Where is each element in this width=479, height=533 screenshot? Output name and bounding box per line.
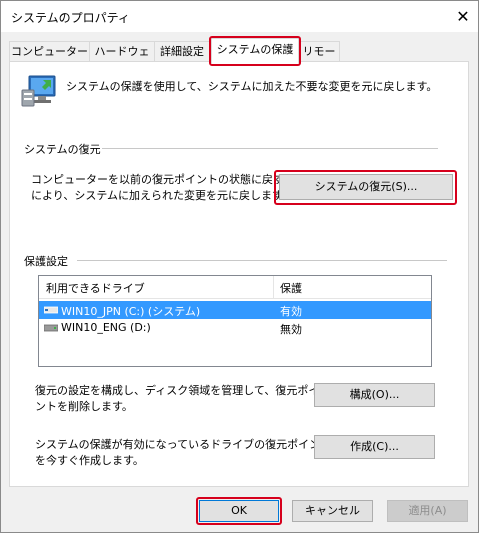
configure-description-line1: 復元の設定を構成し、ディスク領域を管理して、復元ポイ (35, 384, 320, 397)
divider (102, 148, 438, 149)
restore-description-line1: コンピューターを以前の復元ポイントの状態に戻すこと (31, 173, 306, 186)
drive-name: WIN10_ENG (D:) (61, 321, 151, 334)
create-description-line1: システムの保護が有効になっているドライブの復元ポイント (35, 438, 332, 451)
drive-protection-status: 無効 (280, 323, 302, 336)
drive-row[interactable]: WIN10_ENG (D:) 無効 (39, 319, 431, 337)
window-title: システムのプロパティ (11, 11, 130, 25)
tab-computer-name[interactable]: コンピューター名 (9, 41, 90, 78)
drive-icon (44, 324, 58, 332)
configure-description-line2: ントを削除します。 (35, 400, 133, 413)
apply-button[interactable]: 適用(A) (387, 500, 468, 522)
column-separator[interactable] (273, 276, 274, 298)
column-header-drive[interactable]: 利用できるドライブ (46, 280, 145, 296)
ok-button[interactable]: OK (199, 500, 279, 522)
configure-button[interactable]: 構成(O)... (314, 383, 435, 407)
protection-settings-heading: 保護設定 (24, 255, 68, 268)
divider (77, 260, 447, 261)
tab-panel (9, 61, 469, 487)
create-description-line2: を今すぐ作成します。 (35, 454, 144, 467)
intro-text: システムの保護を使用して、システムに加えた不要な変更を元に戻します。 (66, 80, 438, 93)
drive-name: WIN10_JPN (C:) (システム) (61, 305, 201, 318)
list-header: 利用できるドライブ 保護 (39, 276, 431, 299)
column-header-protection[interactable]: 保護 (280, 280, 302, 296)
title-bar[interactable]: システムのプロパティ ✕ (1, 1, 478, 32)
system-restore-button[interactable]: システムの復元(S)... (279, 174, 453, 200)
system-drive-icon (44, 306, 58, 314)
cancel-button[interactable]: キャンセル (292, 500, 373, 522)
drive-protection-status: 有効 (280, 305, 302, 318)
tab-hardware[interactable]: ハードウェア (89, 41, 155, 78)
system-protection-icon (21, 75, 56, 107)
drive-row[interactable]: WIN10_JPN (C:) (システム) 有効 (39, 301, 431, 319)
system-restore-heading: システムの復元 (24, 143, 101, 156)
close-icon[interactable]: ✕ (449, 4, 477, 30)
restore-description-line2: により、システムに加えられた変更を元に戻します。 (31, 189, 293, 202)
tab-advanced[interactable]: 詳細設定 (154, 41, 210, 61)
drive-list[interactable]: 利用できるドライブ 保護 WIN10_JPN (C:) (システム) 有効 WI… (38, 275, 432, 367)
tab-strip: コンピューター名 ハードウェア 詳細設定 システムの保護 リモート (0, 38, 477, 78)
tab-system-protection[interactable]: システムの保護 (211, 38, 299, 63)
create-button[interactable]: 作成(C)... (314, 435, 435, 459)
tab-remote[interactable]: リモート (298, 41, 340, 78)
